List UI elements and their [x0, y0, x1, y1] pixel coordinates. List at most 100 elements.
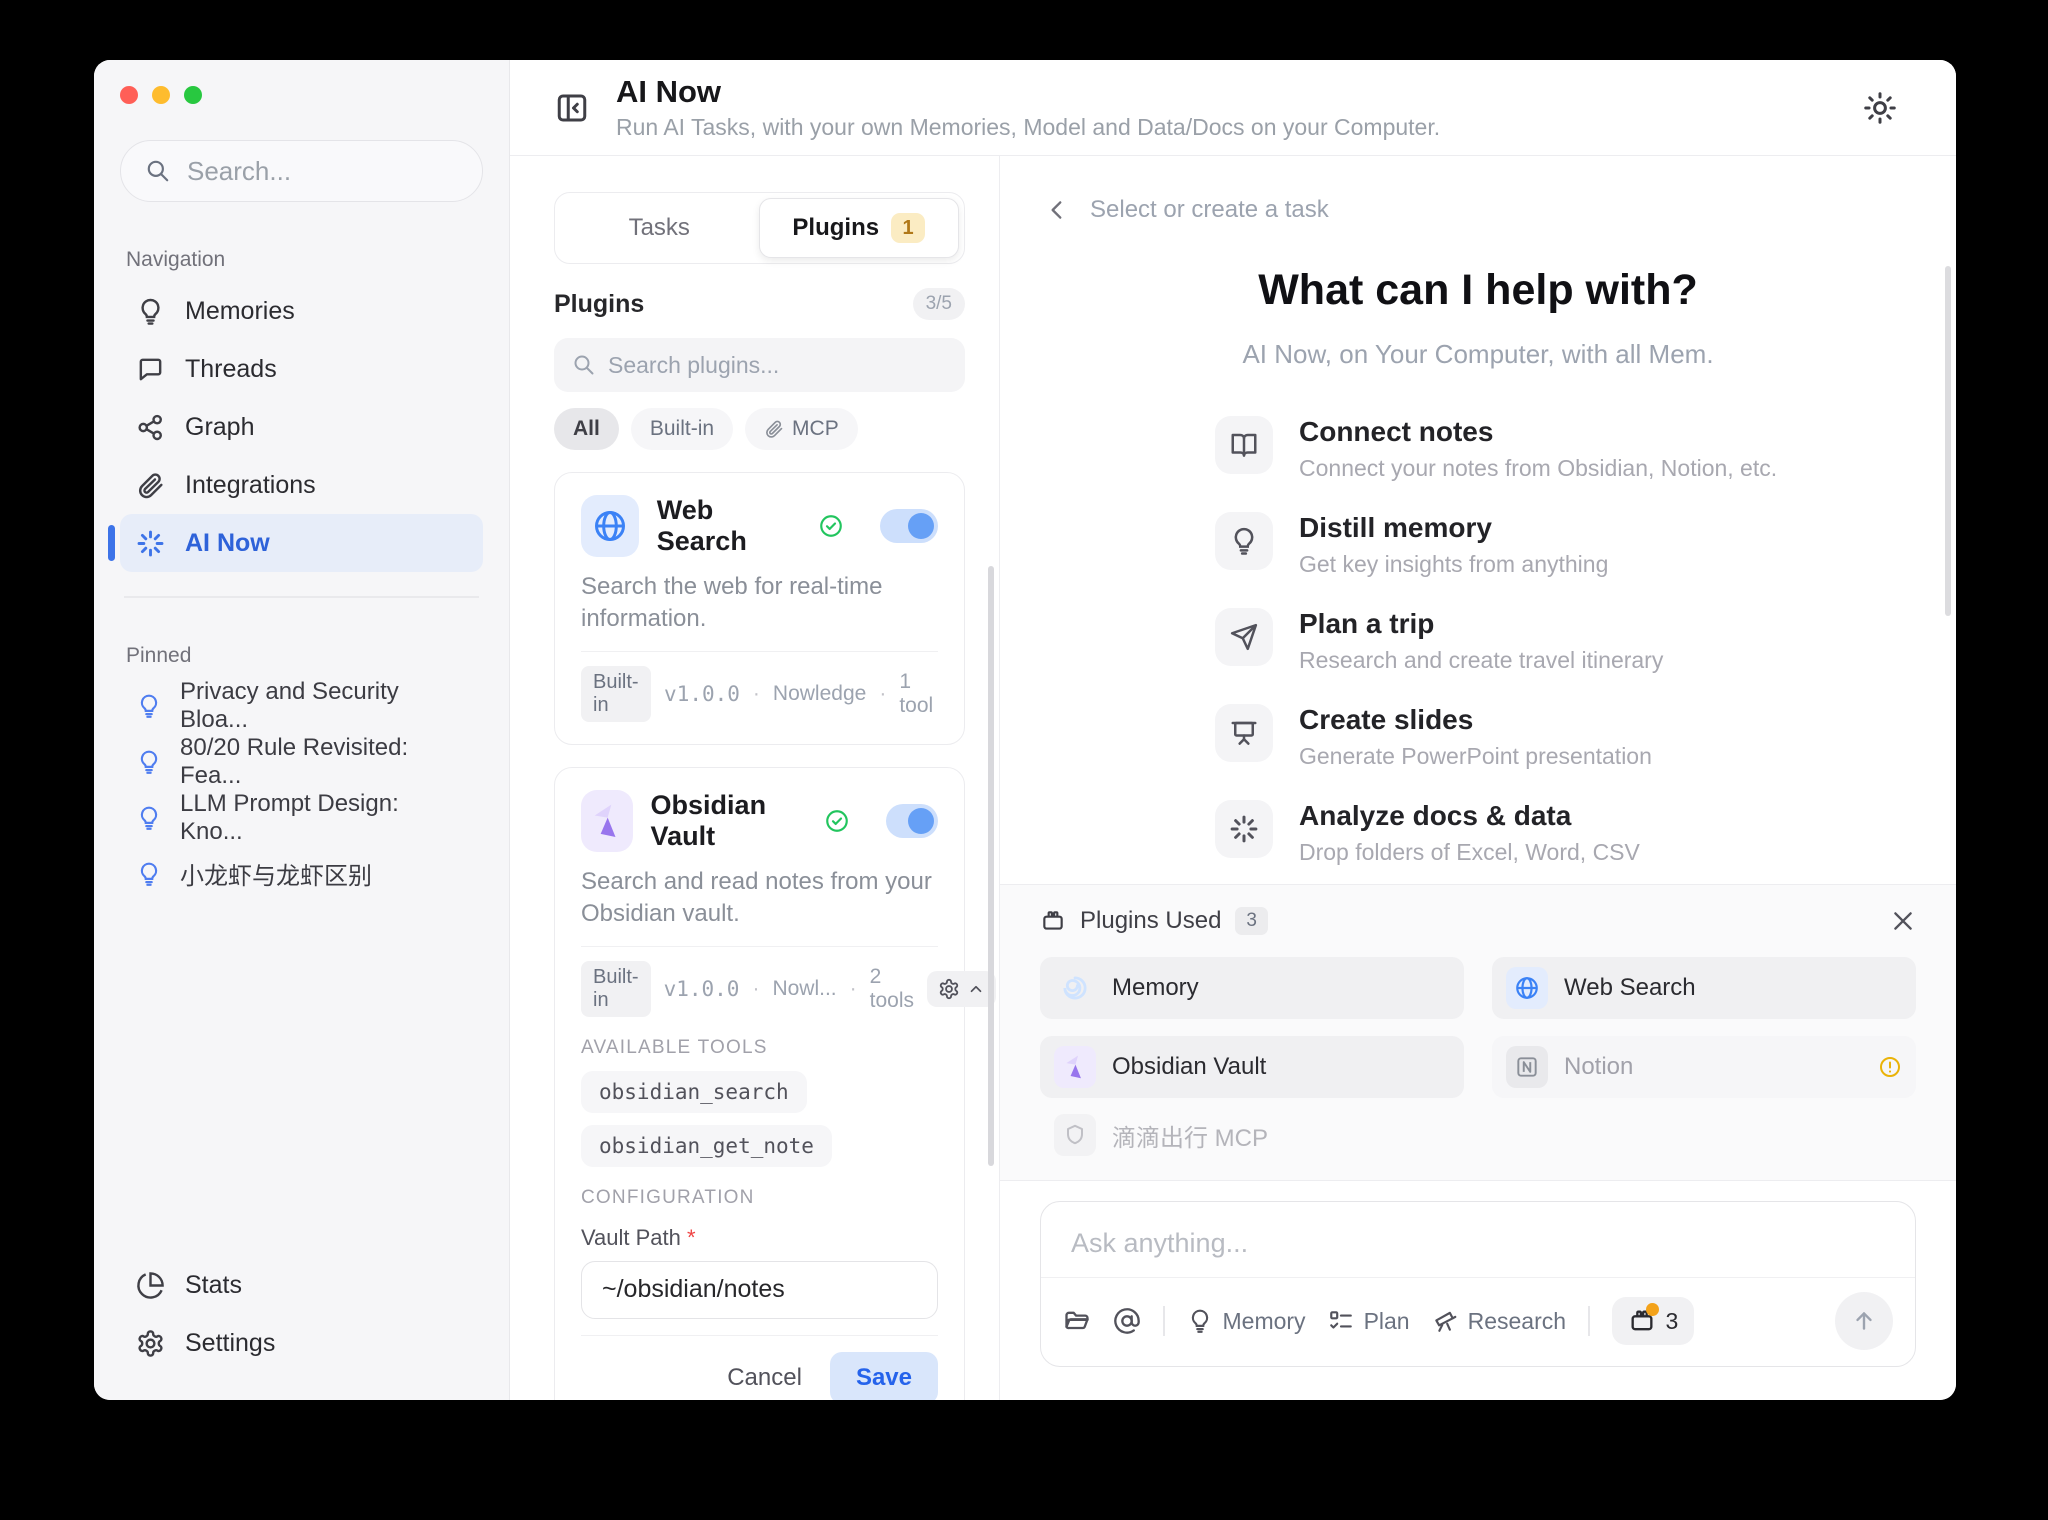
- plugin-used-didi-mcp[interactable]: 滴滴出行 MCP: [1040, 1114, 1916, 1156]
- send-button[interactable]: [1835, 1292, 1893, 1350]
- attach-folder-button[interactable]: [1063, 1307, 1091, 1335]
- mention-button[interactable]: [1113, 1307, 1141, 1335]
- task-header: Select or create a task: [1000, 156, 1956, 224]
- arrow-up-icon: [1851, 1308, 1877, 1334]
- plugins-used-section: Plugins Used 3 Memory Web Search: [1000, 884, 1956, 1181]
- suggestion-distill-memory[interactable]: Distill memory Get key insights from any…: [1215, 512, 1855, 578]
- ask-anything-input[interactable]: [1071, 1228, 1885, 1259]
- close-window-button[interactable]: [120, 86, 138, 104]
- builtin-badge: Built-in: [581, 666, 651, 722]
- plugins-scrollbar[interactable]: [988, 566, 994, 1166]
- suggestion-title: Analyze docs & data: [1299, 800, 1640, 832]
- graph-nodes-icon: [136, 413, 165, 442]
- plugins-search-input[interactable]: [608, 352, 947, 379]
- suggestion-title: Distill memory: [1299, 512, 1608, 544]
- spinner-burst-icon: [1215, 800, 1273, 858]
- search-input[interactable]: [187, 156, 458, 187]
- close-icon[interactable]: [1890, 908, 1916, 934]
- tab-tasks[interactable]: Tasks: [560, 198, 759, 258]
- suggestion-description: Generate PowerPoint presentation: [1299, 743, 1652, 770]
- plugin-used-notion[interactable]: Notion: [1492, 1036, 1916, 1098]
- suggestion-description: Drop folders of Excel, Word, CSV: [1299, 839, 1640, 866]
- filter-all[interactable]: All: [554, 408, 619, 450]
- sidebar-search[interactable]: [120, 140, 483, 202]
- plugin-version: v1.0.0: [664, 977, 740, 1001]
- tool-chip: obsidian_get_note: [581, 1125, 832, 1167]
- obsidian-crystal-icon: [587, 801, 627, 841]
- main-area: AI Now Run AI Tasks, with your own Memor…: [510, 60, 1956, 1400]
- filter-mcp[interactable]: MCP: [745, 408, 858, 450]
- vault-path-input[interactable]: [581, 1261, 938, 1319]
- memory-swirl-icon: [1054, 967, 1096, 1009]
- plugin-brick-icon: [1040, 908, 1066, 934]
- research-toggle-button[interactable]: Research: [1432, 1308, 1566, 1335]
- open-book-icon: [1215, 416, 1273, 474]
- sidebar-item-graph[interactable]: Graph: [120, 398, 483, 456]
- suggestion-analyze-docs[interactable]: Analyze docs & data Drop folders of Exce…: [1215, 800, 1855, 866]
- gear-icon: [136, 1329, 165, 1358]
- sidebar-item-settings[interactable]: Settings: [120, 1314, 483, 1372]
- plugin-name: Web Search: [657, 495, 801, 557]
- cancel-button[interactable]: Cancel: [727, 1364, 802, 1392]
- chevron-up-icon: [967, 980, 985, 998]
- plugin-tool-count: 2 tools: [870, 965, 914, 1013]
- plugin-used-memory[interactable]: Memory: [1040, 957, 1464, 1019]
- sidebar-item-threads[interactable]: Threads: [120, 340, 483, 398]
- suggestion-create-slides[interactable]: Create slides Generate PowerPoint presen…: [1215, 704, 1855, 770]
- composer: Memory Plan Research: [1040, 1201, 1916, 1367]
- verified-check-icon: [824, 808, 850, 834]
- plugin-used-web-search[interactable]: Web Search: [1492, 957, 1916, 1019]
- suggestion-title: Create slides: [1299, 704, 1652, 736]
- hero: What can I help with? AI Now, on Your Co…: [1000, 266, 1956, 370]
- gear-icon: [938, 978, 960, 1000]
- tab-badge: 1: [891, 213, 925, 243]
- pinned-item[interactable]: 80/20 Rule Revisited: Fea...: [120, 734, 483, 790]
- sidebar-item-label: Integrations: [185, 471, 316, 500]
- collapse-sidebar-icon[interactable]: [554, 90, 590, 126]
- pinned-item[interactable]: LLM Prompt Design: Kno...: [120, 790, 483, 846]
- sidebar-item-integrations[interactable]: Integrations: [120, 456, 483, 514]
- suggestion-description: Research and create travel itinerary: [1299, 647, 1663, 674]
- tab-plugins[interactable]: Plugins 1: [759, 198, 960, 258]
- theme-sun-icon[interactable]: [1862, 90, 1898, 126]
- suggestion-plan-a-trip[interactable]: Plan a trip Research and create travel i…: [1215, 608, 1855, 674]
- sidebar-item-stats[interactable]: Stats: [120, 1256, 483, 1314]
- filter-builtin[interactable]: Built-in: [631, 408, 733, 450]
- sidebar-item-ai-now[interactable]: AI Now: [120, 514, 483, 572]
- plugin-count-value: 3: [1666, 1308, 1679, 1335]
- zoom-window-button[interactable]: [184, 86, 202, 104]
- minimize-window-button[interactable]: [152, 86, 170, 104]
- filter-label: Built-in: [650, 417, 714, 441]
- web-search-toggle[interactable]: [880, 509, 938, 543]
- sidebar-item-label: AI Now: [185, 529, 270, 558]
- plugin-used-obsidian[interactable]: Obsidian Vault: [1040, 1036, 1464, 1098]
- chat-bubble-icon: [136, 355, 165, 384]
- page-title: AI Now: [616, 74, 1440, 110]
- sidebar-item-memories[interactable]: Memories: [120, 282, 483, 340]
- at-sign-icon: [1113, 1307, 1141, 1335]
- plugins-search[interactable]: [554, 338, 965, 392]
- task-panel-scrollbar[interactable]: [1945, 266, 1951, 616]
- lightbulb-icon: [1215, 512, 1273, 570]
- pinned-item[interactable]: 小龙虾与龙虾区别: [120, 846, 483, 902]
- plugin-version: v1.0.0: [664, 682, 740, 706]
- spinner-burst-icon: [136, 529, 165, 558]
- lightbulb-icon: [136, 749, 162, 775]
- divider: [581, 946, 938, 947]
- plan-toggle-button[interactable]: Plan: [1328, 1308, 1410, 1335]
- shield-icon: [1054, 1114, 1096, 1156]
- memory-toggle-button[interactable]: Memory: [1187, 1308, 1306, 1335]
- plugins-list-header: Plugins 3/5: [554, 288, 965, 320]
- plugin-settings-button[interactable]: [927, 971, 996, 1007]
- header-title-block: AI Now Run AI Tasks, with your own Memor…: [616, 74, 1440, 141]
- save-button[interactable]: Save: [830, 1352, 938, 1400]
- plugin-count-button[interactable]: 3: [1612, 1297, 1695, 1345]
- pinned-item[interactable]: Privacy and Security Bloa...: [120, 678, 483, 734]
- obsidian-toggle[interactable]: [886, 804, 938, 838]
- suggestion-connect-notes[interactable]: Connect notes Connect your notes from Ob…: [1215, 416, 1855, 482]
- plugins-used-count: 3: [1235, 907, 1268, 935]
- search-icon: [145, 158, 171, 184]
- plugins-count-badge: 3/5: [913, 288, 965, 320]
- tab-label: Tasks: [629, 214, 690, 242]
- back-chevron-icon[interactable]: [1044, 197, 1070, 223]
